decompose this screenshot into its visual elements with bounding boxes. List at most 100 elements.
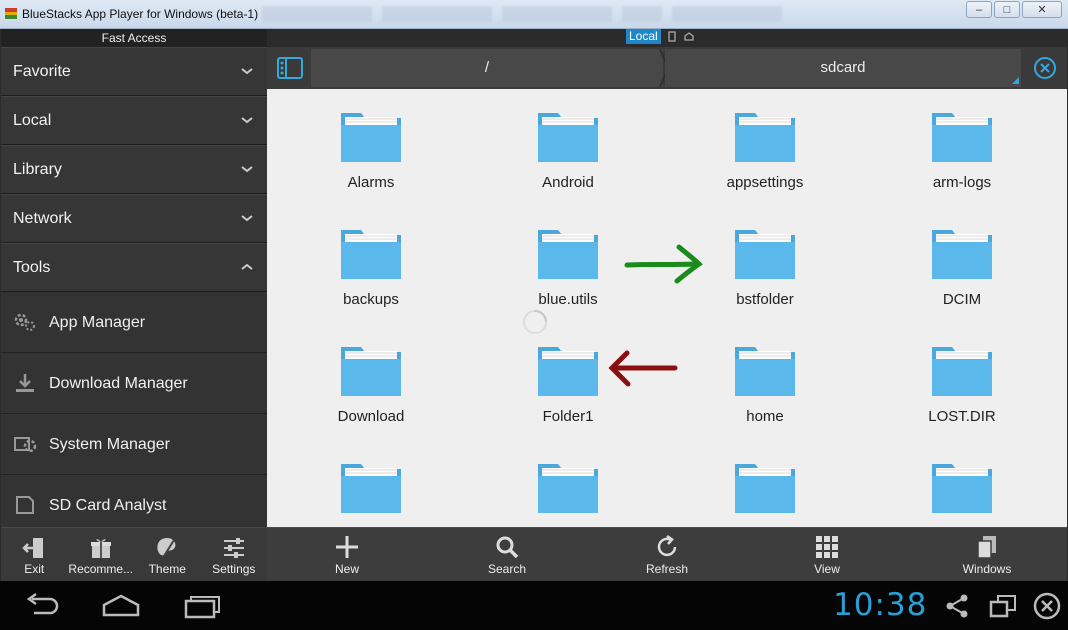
sidebar-category-tools[interactable]: Tools (1, 243, 267, 292)
folder-item[interactable] (301, 456, 441, 527)
android-navigation-bar: 10:38 (0, 581, 1068, 630)
new-label: New (334, 562, 359, 576)
folder-icon (932, 347, 992, 396)
search-label: Search (487, 562, 527, 576)
recommend-label: Recomme... (68, 562, 134, 576)
storage-tabs: Local (626, 28, 695, 44)
category-label: Network (13, 210, 72, 227)
tool-label: System Manager (49, 436, 170, 453)
status-clock: 10:38 (833, 587, 928, 623)
fast-access-header: Fast Access (1, 29, 267, 47)
tool-label: SD Card Analyst (49, 497, 167, 514)
red-arrow-annotation (608, 350, 678, 387)
cloud-icon[interactable] (683, 31, 695, 42)
folder-item[interactable]: Android (498, 105, 638, 205)
panel-toggle-icon[interactable] (271, 51, 309, 85)
folder-name: DCIM (942, 291, 982, 308)
tab-local[interactable]: Local (626, 28, 661, 44)
exit-label: Exit (24, 562, 45, 576)
close-app-icon[interactable] (1032, 591, 1062, 621)
chevron-down-icon (241, 117, 253, 124)
breadcrumb-dropdown-indicator (1012, 77, 1019, 84)
refresh-label: Refresh (645, 562, 689, 576)
window-titlebar: BlueStacks App Player for Windows (beta-… (0, 0, 1068, 29)
recent-apps-icon[interactable] (184, 593, 222, 619)
share-icon[interactable] (944, 593, 970, 619)
folder-item[interactable]: Alarms (301, 105, 441, 205)
palette-icon (157, 538, 176, 557)
network-icon[interactable] (667, 30, 677, 42)
close-window-button[interactable]: ✕ (1022, 1, 1062, 18)
view-button[interactable]: View (747, 528, 907, 581)
bluestacks-logo-icon (5, 8, 17, 19)
folder-item[interactable]: DCIM (892, 222, 1032, 322)
recommend-button[interactable]: Recomme... (68, 528, 135, 581)
sidebar-category-local[interactable]: Local (1, 96, 267, 145)
gears-icon (14, 313, 35, 331)
folder-item[interactable]: Download (301, 339, 441, 439)
folder-item[interactable] (892, 456, 1032, 527)
folder-icon (538, 113, 598, 162)
folder-item[interactable] (498, 456, 638, 527)
window-title: BlueStacks App Player for Windows (beta-… (22, 7, 259, 21)
sliders-icon (223, 538, 244, 558)
sidebar-category-favorite[interactable]: Favorite (1, 47, 267, 96)
minimize-button[interactable]: – (966, 1, 992, 18)
settings-label: Settings (212, 562, 256, 576)
exit-button[interactable]: Exit (1, 528, 68, 581)
new-button[interactable]: New (267, 528, 427, 581)
theme-label: Theme (148, 562, 186, 576)
sidebar-item-app-manager[interactable]: App Manager (1, 292, 267, 353)
folder-item[interactable]: home (695, 339, 835, 439)
chevron-up-icon (241, 263, 253, 270)
windows-button[interactable]: Windows (907, 528, 1067, 581)
home-icon[interactable] (102, 593, 140, 619)
sidebar-bottom-toolbar: Exit Recomme... Theme Settings (1, 527, 267, 581)
grid-icon (816, 536, 838, 558)
search-button[interactable]: Search (427, 528, 587, 581)
theme-button[interactable]: Theme (134, 528, 201, 581)
folder-icon (341, 230, 401, 279)
resize-window-icon[interactable] (989, 593, 1017, 619)
sidebar-category-network[interactable]: Network (1, 194, 267, 243)
folder-item[interactable] (695, 456, 835, 527)
search-icon (496, 536, 519, 559)
plus-icon (336, 536, 358, 558)
folder-name: backups (343, 291, 399, 308)
view-label: View (814, 562, 840, 576)
sdcard-icon (16, 496, 34, 514)
folder-icon (735, 347, 795, 396)
back-icon[interactable] (22, 593, 60, 619)
close-circle-icon[interactable] (1033, 56, 1057, 80)
path-bar: / sdcard (267, 47, 1067, 89)
windows-label: Windows (962, 562, 1012, 576)
folder-icon (932, 113, 992, 162)
folder-item[interactable]: arm-logs (892, 105, 1032, 205)
refresh-button[interactable]: Refresh (587, 528, 747, 581)
folder-icon (538, 347, 598, 396)
exit-icon (22, 538, 44, 558)
folder-name: LOST.DIR (928, 408, 996, 425)
category-label: Tools (13, 259, 51, 276)
file-browser-pane: / sdcard LOST.DIR home Folder1 Download DCIM… (267, 47, 1067, 581)
sidebar-item-download-manager[interactable]: Download Manager (1, 353, 267, 414)
sidebar-item-system-manager[interactable]: System Manager (1, 414, 267, 475)
folder-icon (735, 464, 795, 513)
folder-icon (538, 230, 598, 279)
folder-name: home (746, 408, 784, 425)
tool-label: App Manager (49, 314, 146, 331)
refresh-icon (657, 534, 677, 557)
breadcrumb-current[interactable]: sdcard (665, 49, 1021, 87)
maximize-button[interactable]: □ (994, 1, 1020, 18)
settings-button[interactable]: Settings (201, 528, 268, 581)
folder-name: blue.utils (538, 291, 598, 308)
folder-item[interactable]: blue.utils (498, 222, 638, 322)
folder-item[interactable]: bstfolder (695, 222, 835, 322)
chevron-down-icon (241, 215, 253, 222)
download-icon (16, 374, 34, 392)
folder-item[interactable]: LOST.DIR (892, 339, 1032, 439)
sidebar-category-library[interactable]: Library (1, 145, 267, 194)
folder-item[interactable]: appsettings (695, 105, 835, 205)
folder-item[interactable]: backups (301, 222, 441, 322)
breadcrumb-root[interactable]: / (311, 49, 663, 87)
